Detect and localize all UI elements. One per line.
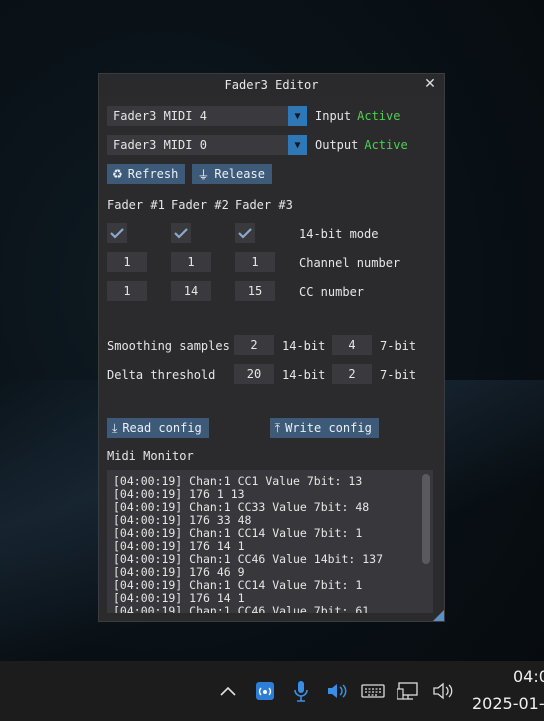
fader-1-header: Fader #1 — [107, 198, 165, 212]
plug-icon: ⏚ — [197, 167, 210, 182]
smoothing-14bit-unit: 14-bit — [282, 339, 326, 353]
fader-3-cc-input[interactable]: 15 — [235, 281, 275, 301]
delta-7bit-unit: 7-bit — [380, 368, 417, 382]
volume-icon[interactable] — [432, 679, 456, 703]
14bit-mode-label: 14-bit mode — [299, 227, 379, 241]
monitor-scrollbar[interactable] — [422, 474, 430, 564]
delta-14bit-input[interactable]: 20 — [234, 364, 274, 384]
write-config-label: Write config — [285, 421, 372, 435]
refresh-button[interactable]: ♻ Refresh — [107, 164, 186, 184]
channel-number-label: Channel number — [299, 256, 401, 270]
checkmark-icon — [110, 228, 124, 239]
input-row: Fader3 MIDI 4 ▼ Input Active — [107, 106, 400, 126]
chevron-up-icon[interactable] — [217, 679, 239, 703]
action-row: ♻ Refresh ⏚ Release — [107, 164, 272, 184]
download-icon: ⤓ — [112, 420, 118, 435]
refresh-label: Refresh — [127, 167, 179, 181]
midi-monitor-log[interactable]: [04:00:19] Chan:1 CC1 Value 7bit: 13 [04:… — [107, 470, 433, 613]
fader-2-channel-input[interactable]: 1 — [171, 252, 211, 272]
smoothing-7bit-input[interactable]: 4 — [332, 335, 372, 355]
taskbar — [0, 661, 544, 721]
fader-1-cc-input[interactable]: 1 — [107, 281, 147, 301]
fader-2-14bit-checkbox[interactable] — [171, 223, 191, 243]
keyboard-icon[interactable] — [361, 679, 385, 703]
fader-2-header: Fader #2 — [171, 198, 229, 212]
checkmark-icon — [174, 228, 188, 239]
write-config-button[interactable]: ⤒ Write config — [269, 418, 379, 438]
upload-icon: ⤒ — [274, 420, 281, 435]
input-device-select[interactable]: Fader3 MIDI 4 ▼ — [107, 106, 307, 126]
input-device-value: Fader3 MIDI 4 — [113, 109, 207, 123]
window-title: Fader3 Editor — [224, 78, 319, 92]
config-row: ⤓ Read config ⤒ Write config — [107, 418, 379, 438]
smoothing-samples-label: Smoothing samples — [107, 339, 230, 353]
resize-grip[interactable] — [433, 610, 444, 621]
output-row: Fader3 MIDI 0 ▼ Output Active — [107, 135, 408, 155]
monitor-line: [04:00:19] Chan:1 CC46 Value 7bit: 61 — [113, 604, 370, 614]
speaker-icon[interactable] — [325, 679, 349, 703]
chevron-down-icon[interactable]: ▼ — [288, 135, 307, 155]
wireless-display-icon[interactable] — [254, 679, 276, 703]
recycle-icon: ♻ — [112, 167, 123, 181]
checkmark-icon — [238, 228, 252, 239]
output-status: Active — [364, 138, 408, 152]
network-icon[interactable] — [396, 679, 422, 703]
fader-3-14bit-checkbox[interactable] — [235, 223, 255, 243]
fader-1-channel-input[interactable]: 1 — [107, 252, 147, 272]
clock-date[interactable]: 2025-01- — [472, 694, 544, 713]
monitor-lines: [04:00:19] Chan:1 CC1 Value 7bit: 13 [04:… — [107, 470, 433, 614]
smoothing-7bit-unit: 7-bit — [380, 339, 417, 353]
close-icon[interactable]: ✕ — [422, 76, 438, 92]
input-status: Active — [357, 109, 401, 123]
delta-14bit-unit: 14-bit — [282, 368, 326, 382]
fader-3-header: Fader #3 — [235, 198, 293, 212]
read-config-label: Read config — [122, 421, 202, 435]
delta-7bit-input[interactable]: 2 — [332, 364, 372, 384]
microphone-icon[interactable] — [290, 679, 312, 703]
midi-monitor-title: Midi Monitor — [107, 449, 194, 463]
title-bar[interactable]: Fader3 Editor ✕ — [99, 74, 444, 96]
smoothing-14bit-input[interactable]: 2 — [234, 335, 274, 355]
delta-threshold-label: Delta threshold — [107, 368, 216, 382]
cc-number-label: CC number — [299, 285, 365, 299]
release-button[interactable]: ⏚ Release — [192, 164, 272, 184]
output-label: Output — [315, 138, 359, 152]
input-label: Input — [315, 109, 352, 123]
output-device-value: Fader3 MIDI 0 — [113, 138, 207, 152]
read-config-button[interactable]: ⤓ Read config — [107, 418, 209, 438]
clock-time[interactable]: 04:0 — [513, 667, 544, 686]
chevron-down-icon[interactable]: ▼ — [288, 106, 307, 126]
release-label: Release — [214, 167, 265, 181]
fader-3-channel-input[interactable]: 1 — [235, 252, 275, 272]
fader-1-14bit-checkbox[interactable] — [107, 223, 127, 243]
output-device-select[interactable]: Fader3 MIDI 0 ▼ — [107, 135, 307, 155]
fader-2-cc-input[interactable]: 14 — [171, 281, 211, 301]
fader3-editor-window: Fader3 Editor ✕ Fader3 MIDI 4 ▼ Input Ac… — [98, 73, 445, 622]
